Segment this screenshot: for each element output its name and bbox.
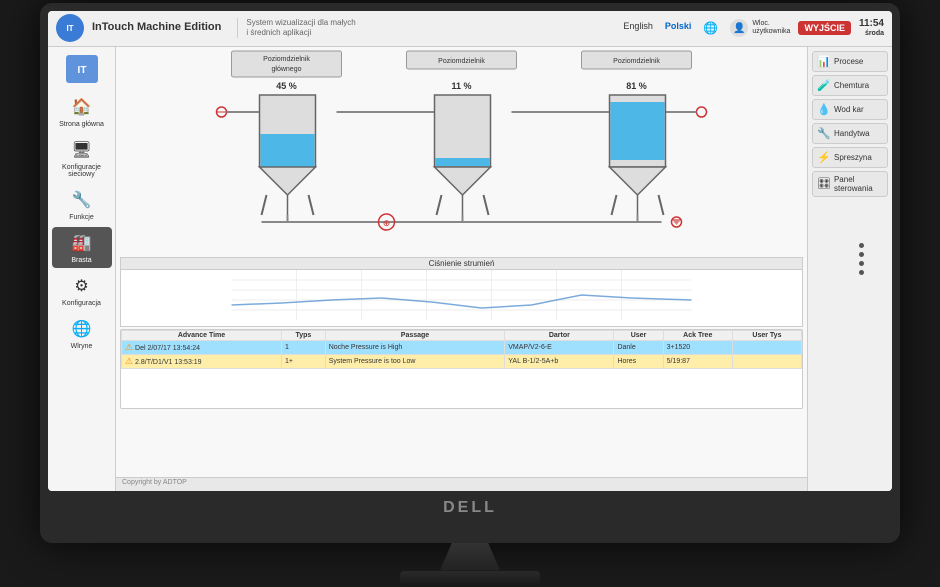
alarm-col-time: Advance Time [122,330,282,340]
network-icon: 🖥 [70,138,94,162]
app-subtitle: System wizualizacji dla małych i średnic… [237,18,357,37]
right-sidebar: 📊 Procese 🧪 Chemtura 💧 Wod kar 🔧 Handytw… [807,47,892,491]
right-sidebar-chemtura[interactable]: 🧪 Chemtura [812,75,888,96]
procese-icon: 📊 [817,55,831,68]
svg-text:głównego: głównego [272,66,302,73]
chemtura-icon: 🧪 [817,79,831,92]
alarm-row: ⚠ 2.8/T/D1/V1 13:53:19 1+ System Pressur… [122,354,802,368]
monitor-btn-4[interactable] [859,270,864,275]
svg-text:Poziomdzielnik: Poziomdzielnik [613,58,660,65]
chart-title: Ciśnienie strumień [121,258,802,270]
globe-icon: 🌐 [70,317,94,341]
sidebar-item-wlryne[interactable]: 🌐 Wlryne [52,313,112,354]
right-sidebar-handytwa[interactable]: 🔧 Handytwa [812,123,888,144]
svg-text:Poziomdzielnik: Poziomdzielnik [438,58,485,65]
sidebar-logo: IT [60,51,104,87]
right-sidebar-wodkar[interactable]: 💧 Wod kar [812,99,888,120]
copyright: Copyright by ADTOP [116,477,807,491]
spreszyna-icon: ⚡ [817,151,831,164]
lang-pl[interactable]: Polski [661,19,696,37]
dell-brand: DELL [443,499,497,517]
monitor-btn-3[interactable] [859,261,864,266]
alarm-col-user: User [614,330,663,340]
alarm-row: ⚠ Del 2/07/17 13:54:24 1 Noche Pressure … [122,340,802,354]
svg-text:45 %: 45 % [276,81,297,91]
sidebar-item-config[interactable]: ⚙ Konfiguracja [52,270,112,311]
panel-icon: 🎛 [817,177,831,190]
svg-text:81 %: 81 % [626,81,647,91]
sidebar-item-brasta[interactable]: 🏭 Brasta [52,227,112,268]
process-area: Poziomdzielnik głównego 45 % [116,47,807,477]
right-sidebar-procese[interactable]: 📊 Procese [812,51,888,72]
warning-icon: ⚠ [125,356,133,366]
svg-text:⊕: ⊕ [383,218,391,228]
monitor-btn-1[interactable] [859,243,864,248]
config-icon: ⚙ [70,274,94,298]
chart-section: Ciśnienie strumień [120,257,803,327]
alarm-col-passage: Passage [325,330,505,340]
warning-icon: ⚠ [125,342,133,352]
handytwa-icon: 🔧 [817,127,831,140]
alarm-col-ack: Ack Tree [663,330,732,340]
right-sidebar-spreszyna[interactable]: ⚡ Spreszyna [812,147,888,168]
svg-text:Poziomdzielnik: Poziomdzielnik [263,56,310,63]
app-title: InTouch Machine Edition [92,21,221,34]
user-label: Wloc.użytkownika [752,20,790,37]
factory-icon: 🏭 [70,231,94,255]
alarm-col-usertys: User Tys [732,330,801,340]
translate-icon: 🌐 [699,19,722,37]
center-content: Poziomdzielnik głównego 45 % [116,47,807,491]
lang-en[interactable]: English [619,19,657,37]
alarm-table: Advance Time Typs Passage Dartor User Ac… [121,330,802,369]
home-icon: 🏠 [70,95,94,119]
sidebar-item-home[interactable]: 🏠 Strona główna [52,91,112,132]
monitor-stand [440,543,500,571]
left-sidebar: IT 🏠 Strona główna 🖥 Konfiguracje siecio… [48,47,116,491]
wodkar-icon: 💧 [817,103,831,116]
right-sidebar-panel[interactable]: 🎛 Panel sterowania [812,171,888,197]
monitor-btn-2[interactable] [859,252,864,257]
language-selector: English Polski 🌐 [619,19,722,37]
process-diagram: Poziomdzielnik głównego 45 % [116,47,807,257]
clock: 11:54 środa [859,18,884,38]
topbar: IT InTouch Machine Edition System wizual… [48,11,892,47]
svg-text:IT: IT [77,65,86,76]
logout-button[interactable]: WYJŚCIE [798,21,851,35]
functions-icon: 🔧 [70,188,94,212]
monitor-base [400,571,540,585]
app-logo: IT [56,14,84,42]
svg-text:11 %: 11 % [451,81,471,91]
alarm-section: Advance Time Typs Passage Dartor User Ac… [120,329,803,409]
sidebar-item-network[interactable]: 🖥 Konfiguracje sieciowy [52,134,112,182]
alarm-col-dartor: Dartor [505,330,614,340]
monitor-buttons [859,243,864,275]
sidebar-item-functions[interactable]: 🔧 Funkcje [52,184,112,225]
user-area: 👤 Wloc.użytkownika [730,19,790,37]
user-icon: 👤 [730,19,748,37]
chart-svg [121,270,802,320]
alarm-col-type: Typs [282,330,326,340]
